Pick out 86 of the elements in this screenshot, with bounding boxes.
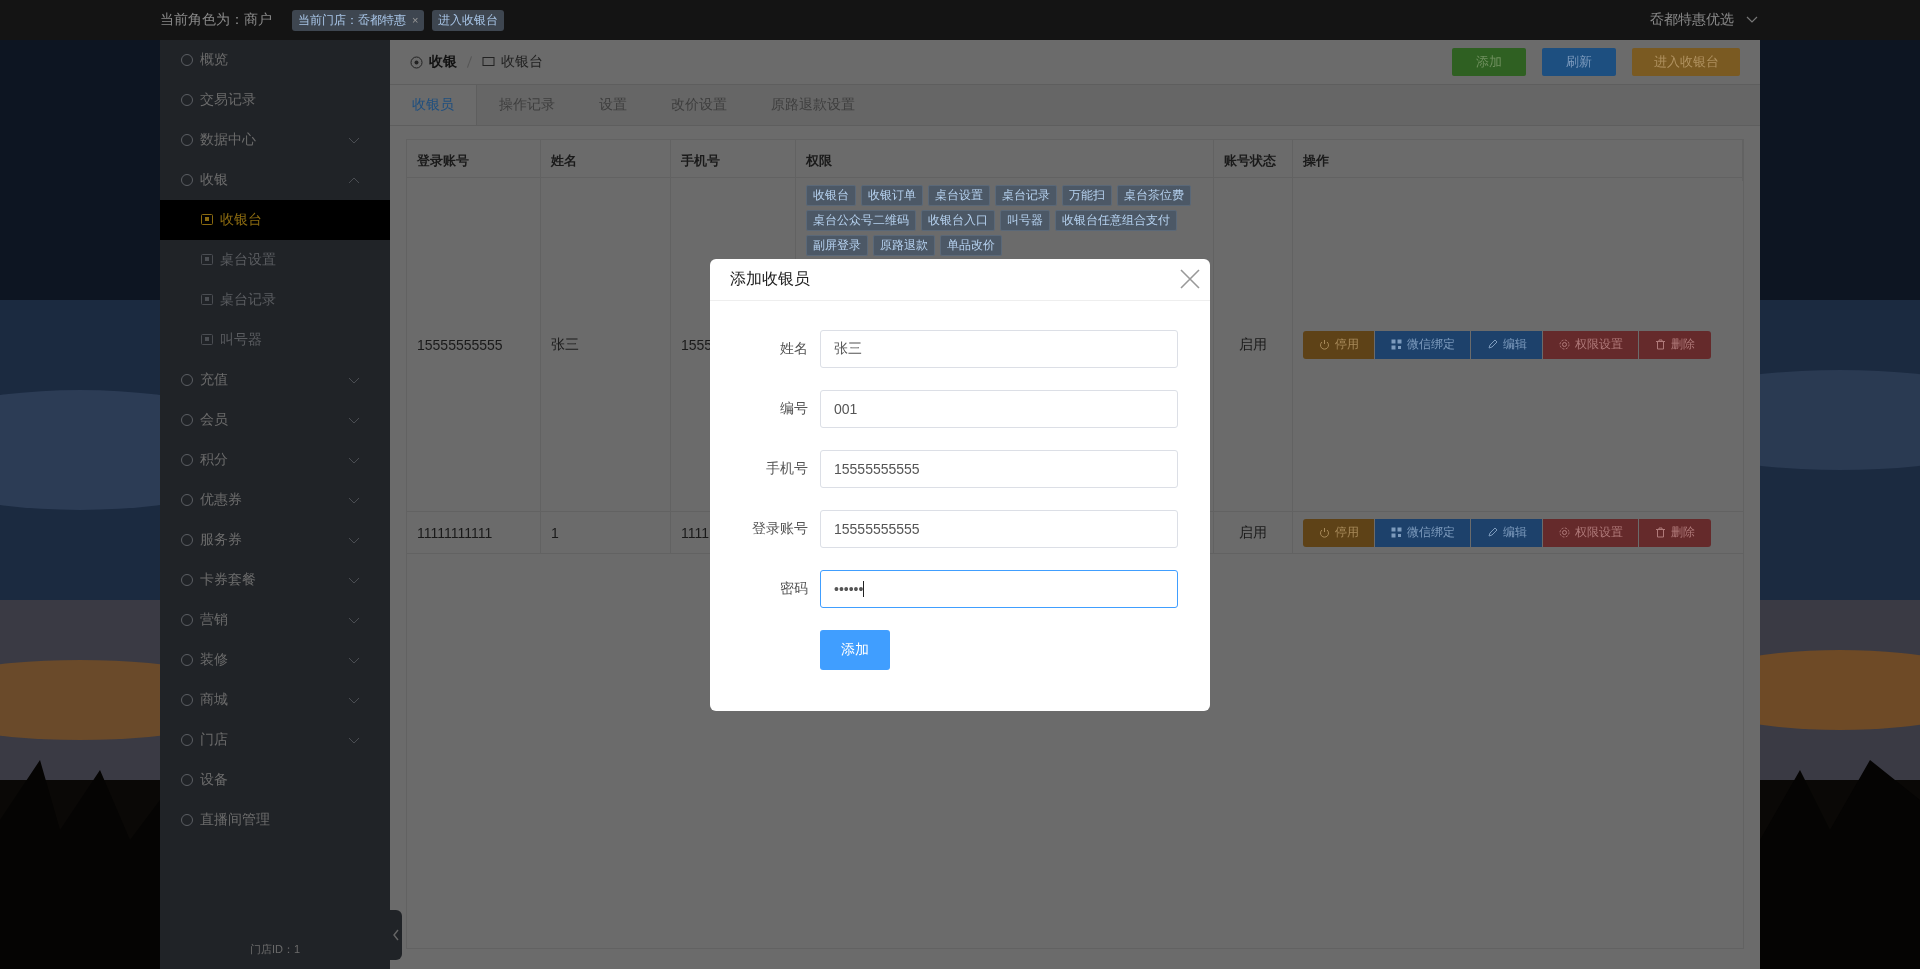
permission-tag: 收银订单 [861, 185, 923, 206]
wechat-button[interactable]: 微信绑定 [1375, 518, 1471, 547]
permission-tag: 桌台茶位费 [1117, 185, 1191, 206]
perm-button[interactable]: 权限设置 [1543, 330, 1639, 359]
account-menu[interactable]: 岙都特惠优选 [1650, 11, 1734, 29]
table-cell: 启用 [1214, 178, 1293, 511]
tab[interactable]: 收银员 [390, 85, 477, 125]
refresh-button[interactable]: 刷新 [1542, 48, 1616, 76]
column-header: 账号状态 [1214, 140, 1293, 181]
pencil-icon [1486, 527, 1498, 538]
trash-icon [1655, 339, 1666, 350]
sidebar-item[interactable]: 积分 [160, 440, 390, 480]
sidebar-item[interactable]: 充值 [160, 360, 390, 400]
permission-tag: 收银台入口 [921, 210, 995, 231]
table-cell: 启用 [1214, 512, 1293, 553]
breadcrumb-item[interactable]: 收银 [429, 53, 457, 71]
close-icon[interactable]: × [412, 14, 419, 26]
input-field[interactable]: 15555555555 [820, 509, 1178, 548]
field-label: 密码 [779, 579, 809, 598]
pencil-icon [1486, 339, 1498, 350]
sidebar-item[interactable]: 交易记录 [160, 80, 390, 120]
qr-code-icon [1390, 339, 1402, 350]
disable-button[interactable]: 停用 [1303, 518, 1375, 547]
table-cell: 15555555555 [407, 178, 541, 511]
monitor-icon [482, 55, 495, 69]
column-header: 权限 [796, 140, 1214, 181]
input-field[interactable]: 001 [820, 389, 1178, 428]
column-header: 操作 [1293, 140, 1743, 181]
input-field[interactable]: •••••• [820, 569, 1178, 608]
delete-button[interactable]: 删除 [1639, 330, 1711, 359]
power-icon [1318, 527, 1330, 538]
perm-button[interactable]: 权限设置 [1543, 518, 1639, 547]
permission-tag: 收银台 [806, 185, 856, 206]
permission-tag: 万能扫 [1062, 185, 1112, 206]
sidebar-item[interactable]: 收银 [160, 160, 390, 200]
permission-tag: 叫号器 [1000, 210, 1050, 231]
sidebar-item[interactable]: 优惠券 [160, 480, 390, 520]
store-id-label: 门店ID：1 [248, 942, 302, 957]
sidebar-item[interactable]: 直播间管理 [160, 800, 390, 840]
permission-tag: 桌台设置 [928, 185, 990, 206]
gear-icon [1558, 527, 1570, 538]
enter-cashier-button[interactable]: 进入收银台 [432, 9, 505, 31]
edit-button[interactable]: 编辑 [1471, 330, 1543, 359]
sidebar-item[interactable]: 商城 [160, 680, 390, 720]
permission-tag: 收银台任意组合支付 [1055, 210, 1177, 231]
sidebar-item[interactable]: 会员 [160, 400, 390, 440]
sidebar-item[interactable]: 营销 [160, 600, 390, 640]
input-field[interactable]: 15555555555 [820, 449, 1178, 488]
column-header: 手机号 [671, 140, 796, 181]
permission-tag: 副屏登录 [806, 235, 868, 256]
trash-icon [1655, 527, 1666, 538]
sidebar-item[interactable]: 概览 [160, 40, 390, 80]
permission-tag: 单品改价 [940, 235, 1002, 256]
store-name: 当前门店：岙都特惠 [298, 11, 406, 29]
breadcrumb-item[interactable]: 收银台 [501, 53, 543, 71]
delete-button[interactable]: 删除 [1639, 518, 1711, 547]
collapse-handle[interactable] [390, 910, 402, 960]
table-cell: 11111111111 [407, 512, 541, 553]
add-button[interactable]: 添加 [820, 629, 890, 670]
column-header: 姓名 [541, 140, 671, 181]
wechat-button[interactable]: 微信绑定 [1375, 330, 1471, 359]
permission-tag: 桌台记录 [995, 185, 1057, 206]
input-field[interactable]: 张三 [820, 329, 1178, 368]
table-cell: 张三 [541, 178, 671, 511]
permission-tag: 桌台公众号二维码 [806, 210, 916, 231]
qr-code-icon [1390, 527, 1402, 538]
edit-button[interactable]: 编辑 [1471, 518, 1543, 547]
sidebar-item[interactable]: 装修 [160, 640, 390, 680]
sidebar-item[interactable]: 卡券套餐 [160, 560, 390, 600]
sidebar-item[interactable]: 收银台 [160, 200, 390, 240]
disable-button[interactable]: 停用 [1303, 330, 1375, 359]
sidebar-item[interactable]: 数据中心 [160, 120, 390, 160]
circle-icon [410, 55, 423, 69]
close-icon[interactable] [1180, 269, 1200, 289]
permission-tag: 原路退款 [873, 235, 935, 256]
table-cell: 1 [541, 512, 671, 553]
chevron-left-icon[interactable] [392, 929, 400, 941]
add-button[interactable]: 添加 [1452, 48, 1526, 76]
role-label: 当前角色为：商户 [160, 11, 272, 29]
sidebar-item[interactable]: 设备 [160, 760, 390, 800]
gear-icon [1558, 339, 1570, 350]
column-header: 登录账号 [407, 140, 541, 181]
sidebar-item[interactable]: 服务券 [160, 520, 390, 560]
power-icon [1318, 339, 1330, 350]
sidebar-item[interactable]: 门店 [160, 720, 390, 760]
chevron-down-icon[interactable] [1746, 16, 1758, 24]
